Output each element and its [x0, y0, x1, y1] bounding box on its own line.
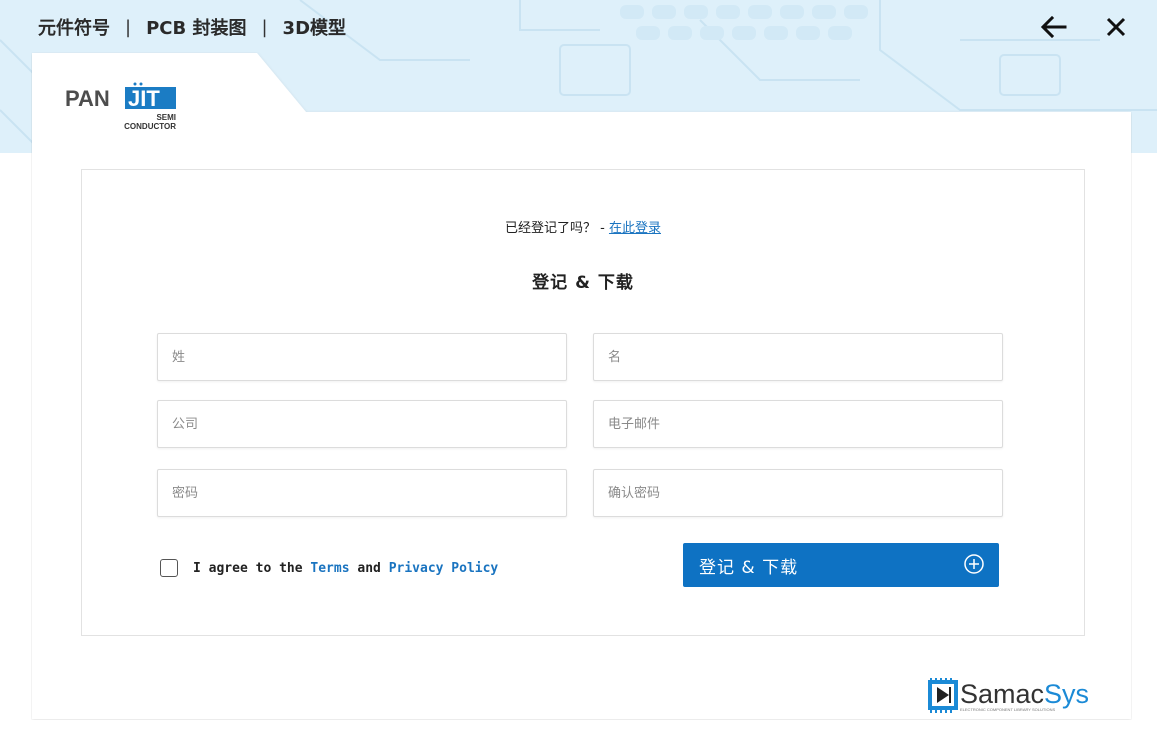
agree-and: and: [357, 560, 381, 576]
svg-text:JIT: JIT: [128, 86, 160, 111]
tab-3d-model[interactable]: 3D模型: [283, 14, 346, 40]
panjit-logo: PAN JIT SEMI CONDUCTOR: [64, 82, 180, 132]
close-button[interactable]: [1098, 10, 1134, 44]
arrow-left-icon: [1041, 16, 1067, 38]
samacsys-tagline: ELECTRONIC COMPONENT LIBRARY SOLUTIONS: [960, 707, 1055, 712]
register-download-label: 登记 & 下载: [699, 557, 799, 578]
plus-circle-icon: [964, 554, 984, 574]
header-bar: 元件符号 | PCB 封装图 | 3D模型: [0, 0, 1157, 54]
login-link[interactable]: 在此登录: [609, 221, 661, 236]
password-input[interactable]: [157, 469, 567, 517]
tab-separator: |: [261, 16, 268, 38]
company-input[interactable]: [157, 400, 567, 448]
privacy-policy-link[interactable]: Privacy Policy: [389, 561, 499, 576]
tab-pcb-footprint[interactable]: PCB 封装图: [146, 14, 246, 40]
already-registered-text: 已经登记了吗？ -: [505, 221, 605, 236]
last-name-input[interactable]: [157, 333, 567, 381]
tab-symbol[interactable]: 元件符号: [38, 14, 110, 40]
form-title: 登记 & 下载: [532, 273, 634, 293]
first-name-input[interactable]: [593, 333, 1003, 381]
agree-checkbox[interactable]: [160, 559, 178, 577]
samacsys-wordmark: SamacSys: [960, 679, 1089, 709]
view-tabs: 元件符号 | PCB 封装图 | 3D模型: [38, 14, 346, 40]
svg-text:SEMI: SEMI: [156, 113, 176, 122]
svg-text:CONDUCTOR: CONDUCTOR: [124, 122, 176, 131]
terms-link[interactable]: Terms: [310, 561, 349, 576]
register-download-button[interactable]: 登记 & 下载: [683, 543, 999, 587]
back-button[interactable]: [1036, 10, 1072, 44]
samacsys-logo: SamacSys ELECTRONIC COMPONENT LIBRARY SO…: [927, 678, 1097, 714]
close-icon: [1106, 17, 1126, 37]
agree-prefix: I agree to the: [193, 560, 303, 576]
agree-terms-row: I agree to the Terms and Privacy Policy: [160, 559, 498, 577]
login-prompt: 已经登记了吗？ - 在此登录: [82, 217, 1084, 236]
samacsys-logo-graphic: SamacSys ELECTRONIC COMPONENT LIBRARY SO…: [928, 678, 1089, 713]
svg-text:PAN: PAN: [65, 86, 110, 111]
registration-form: 已经登记了吗？ - 在此登录 登记 & 下载 I agree to the Te…: [81, 169, 1085, 636]
confirm-password-input[interactable]: [593, 469, 1003, 517]
email-input[interactable]: [593, 400, 1003, 448]
panjit-logo-graphic: PAN JIT SEMI CONDUCTOR: [65, 82, 176, 131]
tab-separator: |: [125, 16, 132, 38]
